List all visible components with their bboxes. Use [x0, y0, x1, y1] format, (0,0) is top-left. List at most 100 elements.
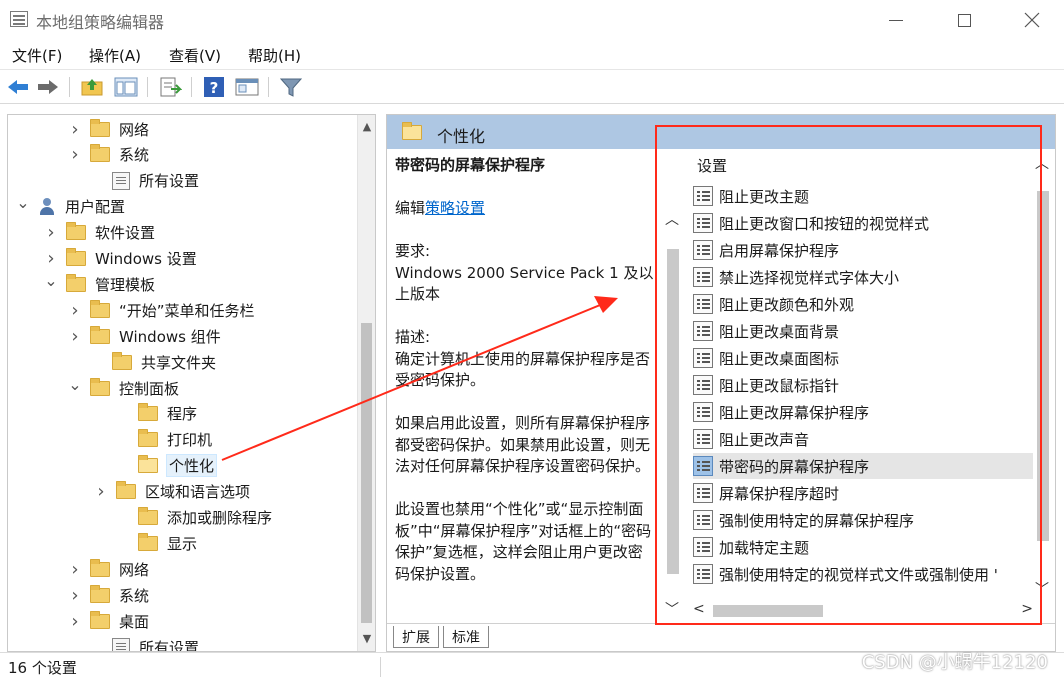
- scroll-up-icon[interactable]: ▲: [358, 117, 375, 135]
- properties-view-icon[interactable]: [235, 76, 259, 98]
- chevron-down-icon[interactable]: ⌄: [44, 271, 58, 290]
- tree-item[interactable]: › 网络: [68, 556, 149, 582]
- scroll-thumb[interactable]: [1037, 191, 1049, 541]
- tree-item[interactable]: › 桌面: [68, 608, 149, 634]
- export-list-icon[interactable]: [158, 76, 182, 98]
- scroll-down-icon[interactable]: ﹀: [1035, 579, 1049, 599]
- folder-icon: [90, 325, 110, 344]
- policy-setting-icon: [693, 483, 713, 503]
- help-icon[interactable]: ?: [202, 76, 226, 98]
- up-folder-icon[interactable]: [80, 76, 104, 98]
- chevron-right-icon[interactable]: ›: [44, 248, 58, 269]
- requirements-text: Windows 2000 Service Pack 1 及以上版本: [395, 263, 654, 304]
- chevron-right-icon[interactable]: ›: [94, 481, 108, 502]
- status-separator: [380, 657, 381, 677]
- maximize-button[interactable]: [930, 0, 998, 40]
- policy-setting-row[interactable]: 强制使用特定的屏幕保护程序: [693, 507, 1033, 533]
- chevron-right-icon[interactable]: ›: [68, 300, 82, 321]
- settings-vertical-scrollbar[interactable]: ︿ ﹀: [1033, 149, 1051, 599]
- folder-icon: [138, 507, 158, 525]
- policy-setting-row[interactable]: 带密码的屏幕保护程序: [693, 453, 1033, 479]
- menu-view[interactable]: 查看(V): [169, 45, 221, 66]
- settings-horizontal-scrollbar[interactable]: < >: [693, 601, 1033, 619]
- tree-item[interactable]: › 软件设置: [44, 220, 155, 246]
- scroll-left-icon[interactable]: <: [693, 601, 705, 617]
- policy-setting-row[interactable]: 阻止更改窗口和按钮的视觉样式: [693, 210, 1033, 236]
- policy-setting-row[interactable]: 加载特定主题: [693, 534, 1033, 560]
- tree-item[interactable]: › “开始”菜单和任务栏: [68, 297, 255, 323]
- tree-item[interactable]: › 系统: [68, 142, 149, 168]
- policy-setting-row[interactable]: 阻止更改主题: [693, 183, 1033, 209]
- tree-item[interactable]: ⌄ 用户配置: [16, 193, 125, 220]
- policy-setting-row[interactable]: 阻止更改桌面图标: [693, 345, 1033, 371]
- scroll-up-icon[interactable]: ︿: [665, 209, 679, 229]
- chevron-right-icon[interactable]: ›: [68, 144, 82, 165]
- back-arrow-icon[interactable]: [6, 76, 30, 98]
- folder-icon: [66, 273, 86, 292]
- tree-item[interactable]: 所有设置: [90, 168, 199, 194]
- filter-icon[interactable]: [279, 76, 303, 98]
- toolbar-separator: [191, 77, 192, 97]
- tree-item[interactable]: › Windows 设置: [44, 246, 197, 272]
- chevron-down-icon[interactable]: ⌄: [16, 193, 30, 212]
- policy-setting-row[interactable]: 阻止更改屏幕保护程序: [693, 399, 1033, 425]
- tree-scrollbar[interactable]: ▲ ▼: [357, 115, 375, 651]
- tree-item[interactable]: 所有设置: [90, 634, 199, 651]
- tree-item[interactable]: 添加或删除程序: [116, 505, 272, 531]
- tree-item-label: 桌面: [119, 612, 150, 631]
- description-para-2: 如果启用此设置，则所有屏幕保护程序都受密码保护。如果禁用此设置，则无法对任何屏幕…: [395, 414, 651, 475]
- edit-prefix: 编辑: [395, 199, 426, 217]
- policy-setting-row[interactable]: 阻止更改颜色和外观: [693, 291, 1033, 317]
- tree-item[interactable]: ⌄ 管理模板: [44, 271, 155, 297]
- desc-scrollbar[interactable]: ︿ ﹀: [663, 209, 681, 619]
- forward-arrow-icon[interactable]: [36, 76, 60, 98]
- policy-setting-row[interactable]: 屏幕保护程序超时: [693, 480, 1033, 506]
- policy-setting-row[interactable]: 禁止选择视觉样式字体大小: [693, 264, 1033, 290]
- tree-item[interactable]: 打印机: [116, 427, 212, 453]
- scroll-right-icon[interactable]: >: [1021, 601, 1033, 617]
- requirements-label: 要求:: [395, 242, 431, 260]
- chevron-right-icon[interactable]: ›: [44, 222, 58, 243]
- tree-item[interactable]: › 网络: [68, 116, 149, 142]
- minimize-button[interactable]: [862, 0, 930, 40]
- description-label: 描述:: [395, 328, 431, 346]
- scroll-thumb[interactable]: [713, 605, 823, 617]
- tree-item[interactable]: › Windows 组件: [68, 323, 221, 349]
- scroll-thumb[interactable]: [361, 323, 372, 623]
- policy-setting-label: 屏幕保护程序超时: [719, 484, 840, 503]
- tree-item[interactable]: 程序: [116, 401, 197, 427]
- tab-standard[interactable]: 标准: [443, 626, 489, 648]
- policy-setting-row[interactable]: 阻止更改桌面背景: [693, 318, 1033, 344]
- tree-item[interactable]: 共享文件夹: [90, 349, 216, 375]
- policy-setting-row[interactable]: 阻止更改声音: [693, 426, 1033, 452]
- tree-item[interactable]: 显示: [116, 530, 197, 556]
- scroll-down-icon[interactable]: ▼: [358, 629, 375, 647]
- chevron-right-icon[interactable]: ›: [68, 585, 82, 606]
- scroll-up-icon[interactable]: ︿: [1035, 153, 1049, 173]
- policy-settings-link[interactable]: 策略设置: [425, 199, 485, 217]
- tree-item[interactable]: 个性化: [116, 453, 218, 479]
- scroll-down-icon[interactable]: ﹀: [665, 599, 679, 619]
- tree-item[interactable]: › 系统: [68, 582, 149, 608]
- folder-icon: [402, 122, 422, 140]
- policy-title: 带密码的屏幕保护程序: [395, 156, 546, 174]
- policy-setting-row[interactable]: 阻止更改鼠标指针: [693, 372, 1033, 398]
- chevron-down-icon[interactable]: ⌄: [68, 375, 82, 394]
- chevron-right-icon[interactable]: ›: [68, 326, 82, 347]
- menu-help[interactable]: 帮助(H): [248, 45, 301, 66]
- tab-extended[interactable]: 扩展: [393, 626, 439, 648]
- policy-setting-row[interactable]: 启用屏幕保护程序: [693, 237, 1033, 263]
- menu-action[interactable]: 操作(A): [89, 45, 141, 66]
- close-button[interactable]: [998, 0, 1064, 40]
- show-tree-icon[interactable]: [114, 76, 138, 98]
- tree-item[interactable]: › 区域和语言选项: [94, 479, 250, 505]
- chevron-right-icon[interactable]: ›: [68, 119, 82, 140]
- scroll-thumb[interactable]: [667, 249, 679, 574]
- policy-setting-row[interactable]: 强制使用特定的视觉样式文件或强制使用 ': [693, 561, 1033, 587]
- settings-column-header[interactable]: 设置: [697, 155, 727, 176]
- chevron-right-icon[interactable]: ›: [68, 611, 82, 632]
- tree-item[interactable]: ⌄ 控制面板: [68, 375, 179, 401]
- folder-icon: [90, 144, 110, 163]
- menu-file[interactable]: 文件(F): [12, 45, 62, 66]
- chevron-right-icon[interactable]: ›: [68, 559, 82, 580]
